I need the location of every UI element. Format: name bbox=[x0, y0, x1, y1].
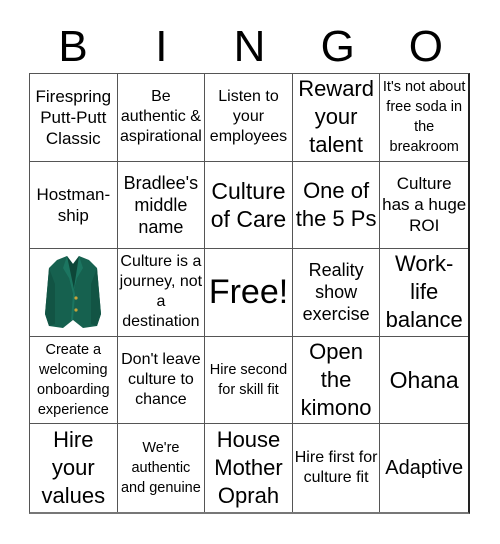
bingo-cell[interactable]: Work-life balance bbox=[380, 249, 468, 337]
bingo-cell[interactable]: Firespring Putt-Putt Classic bbox=[30, 74, 118, 162]
bingo-cell[interactable]: Create a welcoming onboarding experience bbox=[30, 336, 118, 425]
free-space[interactable]: Free! bbox=[205, 249, 293, 337]
bingo-cell[interactable]: It's not about free soda in the breakroo… bbox=[380, 74, 468, 162]
green-jacket-icon bbox=[45, 256, 102, 329]
bingo-cell[interactable]: Ohana bbox=[380, 337, 468, 425]
bingo-cell[interactable]: Don't leave culture to chance bbox=[117, 336, 206, 425]
bingo-cell[interactable]: Hire second for skill fit bbox=[205, 336, 293, 425]
bingo-cell[interactable]: We're authentic and genuine bbox=[118, 424, 206, 512]
bingo-cell[interactable]: Listen to your employees bbox=[205, 74, 293, 162]
header-letter-n: N bbox=[233, 22, 266, 71]
bingo-cell[interactable]: Bradlee's middle name bbox=[117, 161, 206, 250]
header-letter-b: B bbox=[58, 22, 88, 71]
bingo-cell[interactable]: Culture is a journey, not a destination bbox=[117, 249, 206, 337]
bingo-cell-image[interactable] bbox=[30, 249, 118, 337]
bingo-cell[interactable]: Culture of Care bbox=[205, 161, 293, 250]
bingo-cell[interactable]: Be authentic & aspirational bbox=[117, 74, 206, 162]
bingo-card: Firespring Putt-Putt Classic Be authenti… bbox=[29, 73, 470, 514]
bingo-cell[interactable]: Culture has a huge ROI bbox=[380, 162, 468, 250]
bingo-cell[interactable]: Hostman-ship bbox=[30, 161, 118, 250]
header-letter-i: I bbox=[155, 22, 168, 71]
header-letter-o: O bbox=[408, 22, 444, 71]
bingo-cell[interactable]: House Mother Oprah bbox=[205, 424, 293, 512]
bingo-cell[interactable]: Hire your values bbox=[30, 424, 118, 512]
bingo-cell[interactable]: One of the 5 Ps bbox=[292, 161, 381, 250]
bingo-cell[interactable]: Reward your talent bbox=[292, 74, 381, 162]
bingo-header: B I N G O bbox=[29, 22, 470, 72]
bingo-cell[interactable]: Hire first for culture fit bbox=[293, 424, 381, 512]
bingo-cell[interactable]: Open the kimono bbox=[292, 336, 381, 425]
bingo-cell[interactable]: Adaptive bbox=[380, 424, 468, 512]
header-letter-g: G bbox=[320, 22, 355, 71]
bingo-cell[interactable]: Reality show exercise bbox=[292, 249, 381, 337]
